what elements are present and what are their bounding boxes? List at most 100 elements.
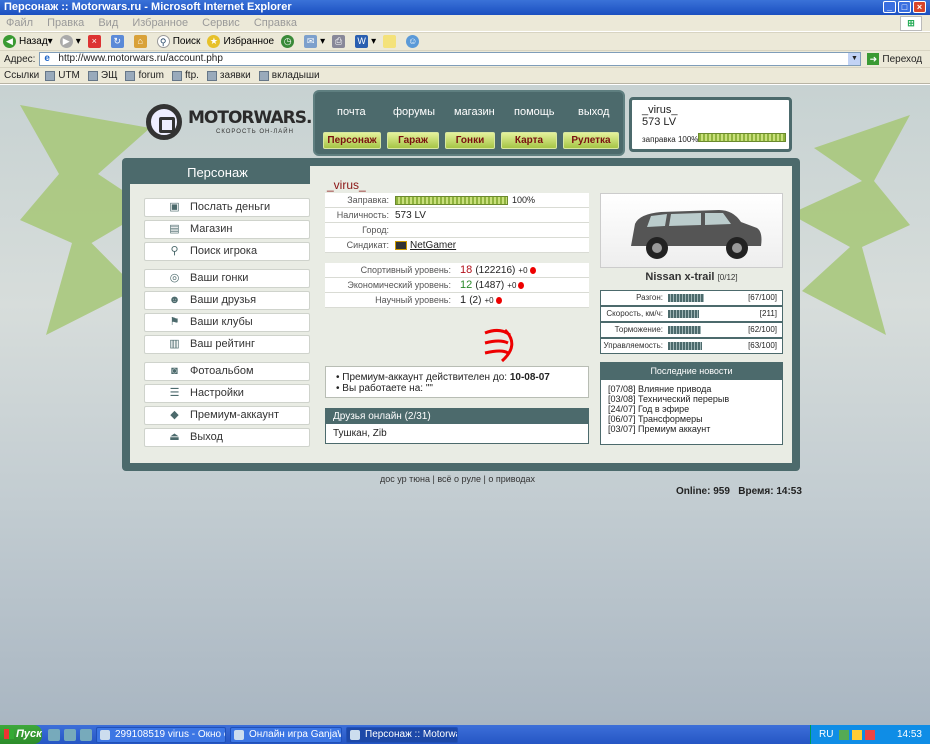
menu-favorites[interactable]: Избранное <box>132 17 188 29</box>
close-button[interactable]: × <box>913 1 926 13</box>
stat-bar <box>668 294 704 302</box>
menu-file[interactable]: Файл <box>6 17 33 29</box>
dropdown-icon[interactable]: ▼ <box>848 53 861 65</box>
exit-icon: ⏏ <box>169 431 180 443</box>
link-ftp[interactable]: ftp. <box>172 70 199 81</box>
task-icq[interactable]: 299108519 virus - Окно с... <box>96 726 226 743</box>
news-item[interactable]: [07/08] Влияние привода <box>601 384 782 394</box>
footer-link[interactable]: дос ур тюна <box>380 474 430 484</box>
nav-button-races[interactable]: Гонки <box>445 132 495 149</box>
level-sport-label: Спортивный уровень: <box>360 265 451 275</box>
news-item[interactable]: [03/08] Технический перерыв <box>601 394 782 404</box>
news-item[interactable]: [24/07] Год в эфире <box>601 404 782 414</box>
link-zayavki[interactable]: заявки <box>206 70 251 81</box>
home-button[interactable]: ⌂ <box>133 35 150 48</box>
nav-exit[interactable]: выход <box>578 106 609 118</box>
red-mark <box>518 281 525 289</box>
syndicate-link[interactable]: NetGamer <box>395 238 456 253</box>
cash-value: 573 LV <box>395 210 426 221</box>
user-fuel-label: заправка 100% <box>642 135 699 144</box>
menu-view[interactable]: Вид <box>98 17 118 29</box>
clock: 14:53 <box>896 729 922 740</box>
profile-syndicate-row: Синдикат: NetGamer <box>325 238 589 253</box>
menu-help[interactable]: Справка <box>254 17 297 29</box>
menu-friends[interactable]: ☻ Ваши друзья <box>144 291 310 310</box>
link-forum[interactable]: forum <box>125 70 164 81</box>
friends-list[interactable]: Тушкан, Zib <box>326 424 588 439</box>
maximize-button[interactable]: □ <box>898 1 911 13</box>
nav-forums[interactable]: форумы <box>393 106 435 118</box>
links-label: Ссылки <box>4 70 40 81</box>
nav-button-roulette[interactable]: Рулетка <box>563 132 619 149</box>
stat-label: Разгон: <box>636 293 663 302</box>
link-esh[interactable]: ЭЩ <box>87 70 117 81</box>
nav-shop[interactable]: магазин <box>454 106 495 118</box>
syndicate-flag-icon <box>395 240 407 250</box>
stop-button[interactable]: × <box>87 35 104 48</box>
task-ganjawars[interactable]: Онлайн игра GanjaWars... <box>230 726 342 743</box>
search-button[interactable]: ⚲ Поиск <box>156 35 200 48</box>
nav-button-character[interactable]: Персонаж <box>323 132 381 149</box>
link-utm[interactable]: UTM <box>45 70 80 81</box>
forward-button[interactable]: ▶ ▾ <box>59 35 81 48</box>
menu-clubs[interactable]: ⚑ Ваши клубы <box>144 313 310 332</box>
nav-button-garage[interactable]: Гараж <box>387 132 439 149</box>
menu-settings[interactable]: ☰ Настройки <box>144 384 310 403</box>
news-item[interactable]: [03/07] Премиум аккаунт <box>601 424 782 434</box>
go-button[interactable]: ➜ Переход <box>867 53 922 65</box>
refresh-button[interactable]: ↻ <box>110 35 127 48</box>
footer-link[interactable]: о приводах <box>488 474 535 484</box>
tray-icon-app[interactable] <box>852 729 863 740</box>
menu-races[interactable]: ◎ Ваши гонки <box>144 269 310 288</box>
menu-premium[interactable]: ◆ Премиум-аккаунт <box>144 406 310 425</box>
menu-edit[interactable]: Правка <box>47 17 84 29</box>
menu-tools[interactable]: Сервис <box>202 17 240 29</box>
history-button[interactable]: ◷ <box>281 35 297 48</box>
menu-shop[interactable]: ▤ Магазин <box>144 220 310 239</box>
minimize-button[interactable]: _ <box>883 1 896 13</box>
tray-icon-network[interactable] <box>839 729 850 740</box>
city-label: Город: <box>362 225 389 235</box>
print-button[interactable]: ⎙ <box>332 35 348 48</box>
menu-logout[interactable]: ⏏ Выход <box>144 428 310 447</box>
diamond-icon: ◆ <box>170 409 179 421</box>
back-button[interactable]: ◀ Назад ▾ <box>3 35 53 48</box>
ie-quicklaunch-icon[interactable] <box>48 728 60 741</box>
stat-speed: Скорость, км/ч: [211] <box>600 306 783 322</box>
nav-button-map[interactable]: Карта <box>501 132 557 149</box>
syndicate-label: Синдикат: <box>346 240 389 250</box>
nav-mail[interactable]: почта <box>337 106 366 118</box>
nav-help[interactable]: помощь <box>514 106 555 118</box>
menu-rating[interactable]: ▥ Ваш рейтинг <box>144 335 310 354</box>
menu-send-money[interactable]: ▣ Послать деньги <box>144 198 310 217</box>
news-item[interactable]: [06/07] Трансформеры <box>601 414 782 424</box>
language-indicator[interactable]: RU <box>819 729 833 740</box>
logo-icon <box>146 104 182 140</box>
explorer-quicklaunch-icon[interactable] <box>80 728 92 741</box>
menu-find-player[interactable]: ⚲ Поиск игрока <box>144 242 310 261</box>
site-logo[interactable]: MOTORWARS.RU СКОРОСТЬ ОН-ЛАЙН <box>146 104 337 144</box>
edit-button[interactable]: W ▾ <box>355 35 376 48</box>
task-motorwars[interactable]: Персонаж :: Motorwars.r... <box>346 726 458 743</box>
online-status: Online: 959 Время: 14:53 <box>676 486 802 497</box>
menubar: Файл Правка Вид Избранное Сервис Справка <box>0 15 930 31</box>
address-input[interactable]: http://www.motorwars.ru/account.php▼ <box>39 52 862 66</box>
desktop-quicklaunch-icon[interactable] <box>64 728 76 741</box>
profile-username: _virus_ <box>327 178 366 192</box>
stat-acceleration: Разгон: [67/100] <box>600 290 783 306</box>
start-button[interactable]: Пуск <box>0 725 42 744</box>
footer-link[interactable]: всё о руле <box>437 474 481 484</box>
messenger-button[interactable]: ☺ <box>406 35 422 48</box>
menu-photoalbum[interactable]: ◙ Фотоальбом <box>144 362 310 381</box>
discuss-button[interactable] <box>383 35 399 48</box>
works-for-line: • Вы работаете на: "" <box>336 383 433 394</box>
user-name[interactable]: _virus_ <box>642 104 677 116</box>
stat-label: Торможение: <box>614 325 663 334</box>
print-icon: ⎙ <box>332 35 346 48</box>
stat-label: Скорость, км/ч: <box>606 309 663 318</box>
page-icon <box>172 70 183 81</box>
link-vkladyshi[interactable]: вкладыши <box>258 70 320 81</box>
tray-icon-flag[interactable] <box>865 729 876 740</box>
favorites-button[interactable]: ★ Избранное <box>207 35 274 48</box>
mail-button[interactable]: ✉ ▾ <box>304 35 325 48</box>
